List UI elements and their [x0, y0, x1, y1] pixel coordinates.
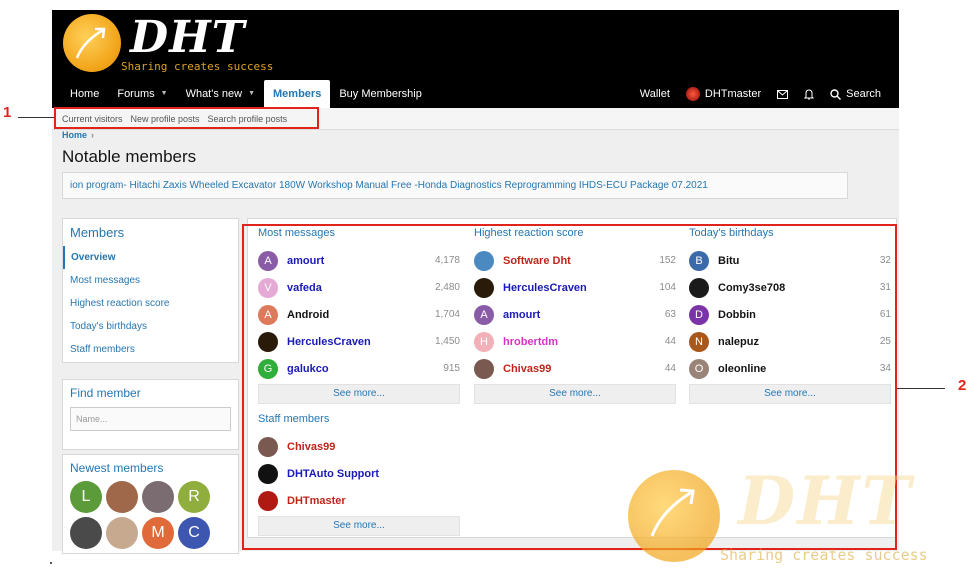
newest-member-avatar[interactable]: M	[142, 517, 174, 549]
sidebar-item-highest-reaction-score[interactable]: Highest reaction score	[63, 292, 238, 315]
screenshot-stage: DHT Sharing creates success Home Forums ▼ W…	[0, 0, 975, 569]
sidebar-item-overview[interactable]: Overview	[63, 246, 238, 269]
annotation-box-1	[54, 107, 319, 129]
sidebar-title: Members	[70, 225, 125, 240]
newest-member-avatar[interactable]: L	[70, 481, 102, 513]
page-title: Notable members	[62, 147, 197, 166]
watermark-arrow-icon	[650, 488, 695, 537]
stray-dot	[50, 562, 52, 564]
find-member-block: Find member Name...	[62, 379, 239, 450]
annotation-leader-2	[897, 388, 945, 389]
breadcrumb-home[interactable]: Home	[62, 130, 87, 140]
sidebar-item-today-s-birthdays[interactable]: Today's birthdays	[63, 315, 238, 338]
newest-member-avatar[interactable]	[142, 481, 174, 513]
newest-member-avatar[interactable]: C	[178, 517, 210, 549]
newest-members-list: L RMC	[63, 479, 238, 551]
chevron-right-icon: ›	[91, 130, 95, 140]
find-member-input[interactable]: Name...	[70, 407, 231, 431]
breadcrumb: Home ›	[62, 130, 94, 140]
sidebar-item-staff-members[interactable]: Staff members	[63, 338, 238, 361]
annotation-leader-1	[18, 117, 54, 118]
watermark-logo-text: DHT	[738, 462, 913, 540]
newest-member-avatar[interactable]	[70, 517, 102, 549]
watermark-tagline: Sharing creates success	[720, 546, 928, 564]
annotation-label-1: 1	[3, 104, 12, 121]
newest-member-avatar[interactable]	[106, 481, 138, 513]
newest-member-avatar[interactable]	[106, 517, 138, 549]
annotation-label-2: 2	[958, 377, 967, 394]
sidebar-menu: Overview Most messages Highest reaction sc…	[63, 246, 238, 361]
newest-members-block: Newest members L RMC	[62, 454, 239, 554]
find-member-title: Find member	[70, 386, 141, 400]
watermark-emblem	[628, 470, 720, 562]
newest-members-title: Newest members	[70, 461, 164, 475]
notice-ticker[interactable]: ion program- Hitachi Zaxis Wheeled Excav…	[62, 172, 848, 199]
newest-member-avatar[interactable]: R	[178, 481, 210, 513]
sidebar-item-most-messages[interactable]: Most messages	[63, 269, 238, 292]
members-sidebar: Members Overview Most messages Highest rea…	[62, 218, 239, 363]
